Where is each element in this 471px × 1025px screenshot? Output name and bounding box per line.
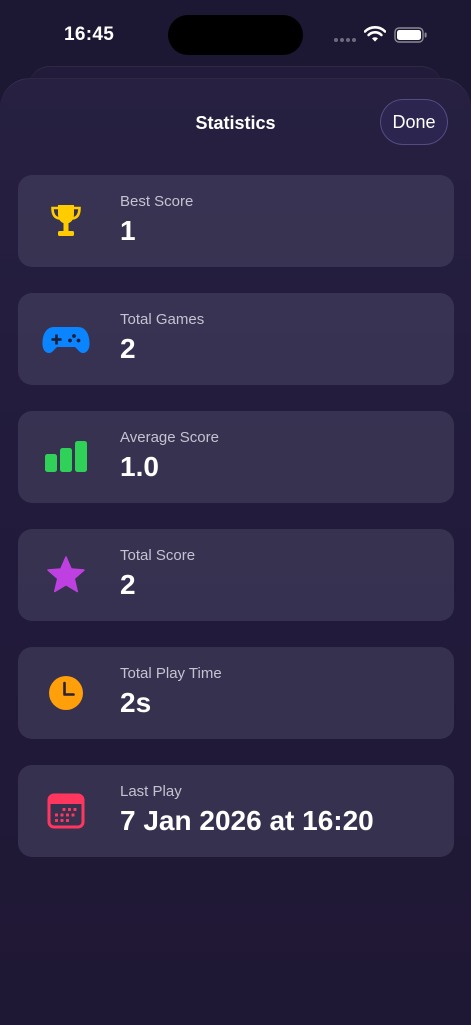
stat-value: 1 [120, 215, 136, 246]
stat-label: Average Score [120, 429, 219, 446]
cellular-signal-icon [334, 38, 358, 42]
stat-label: Total Games [120, 311, 205, 328]
dynamic-island [168, 15, 303, 55]
stat-value: 2 [120, 569, 136, 600]
stat-label: Best Score [120, 193, 194, 210]
stat-card-total-games: Total Games 2 [18, 293, 454, 385]
stat-label: Total Play Time [120, 665, 222, 682]
stat-value: 1.0 [120, 451, 159, 482]
stat-card-average-score: Average Score 1.0 [18, 411, 454, 503]
gamecontroller-icon [42, 327, 90, 353]
clock-icon [49, 676, 83, 710]
status-bar: 16:45 [0, 0, 471, 62]
trophy-icon [51, 205, 81, 236]
stat-label: Total Score [120, 547, 196, 564]
stat-card-best-score: Best Score 1 [18, 175, 454, 267]
stat-card-total-play-time: Total Play Time 2s [18, 647, 454, 739]
status-time: 16:45 [64, 24, 115, 45]
wifi-icon [364, 26, 386, 42]
stat-value: 2s [120, 687, 152, 718]
bar-chart-icon [45, 441, 87, 472]
statistics-sheet: Statistics Done Best Score 1 Total Games… [0, 78, 471, 1025]
stat-value: 2 [120, 333, 136, 364]
stat-card-total-score: Total Score 2 [18, 529, 454, 621]
stat-card-last-play: Last Play 7 Jan 2026 at 16:20 [18, 765, 454, 857]
stat-value: 7 Jan 2026 at 16:20 [120, 805, 374, 836]
star-icon [47, 556, 85, 593]
battery-icon [394, 27, 427, 43]
stat-label: Last Play [120, 783, 182, 800]
done-button[interactable]: Done [380, 99, 448, 145]
calendar-icon [47, 793, 85, 829]
